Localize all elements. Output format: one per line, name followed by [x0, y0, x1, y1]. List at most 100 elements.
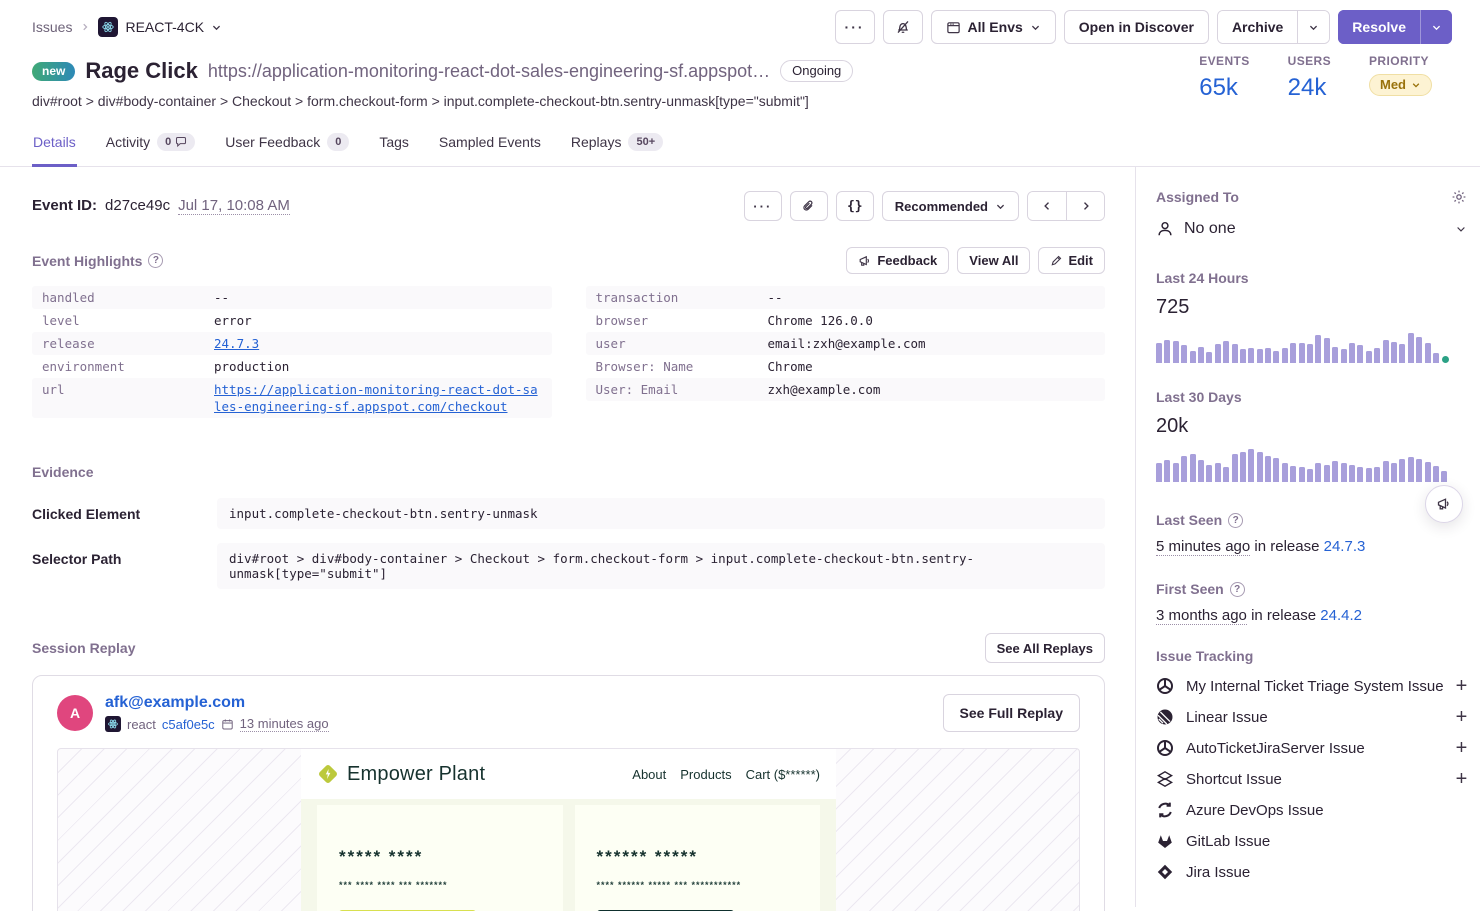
issue-tracking-link[interactable]: Jira Issue [1186, 864, 1467, 881]
replay-viewport[interactable]: Empower Plant AboutProductsCart ($******… [57, 748, 1080, 911]
spark-bar [1257, 452, 1263, 482]
spark-bar [1273, 351, 1279, 363]
replay-app-brand: Empower Plant [317, 763, 485, 786]
first-seen-release-link[interactable]: 24.4.2 [1320, 607, 1362, 624]
spark-bar [1357, 467, 1363, 482]
tab-user-feedback[interactable]: User Feedback0 [224, 127, 350, 167]
tab-sampled-events[interactable]: Sampled Events [438, 127, 542, 167]
spark-bar [1198, 460, 1204, 482]
replay-card: A afk@example.com react c5af0e5c [32, 675, 1105, 911]
archive-dropdown-button[interactable] [1297, 11, 1329, 43]
feedback-button[interactable]: Feedback [846, 247, 949, 274]
resolve-dropdown-button[interactable] [1420, 10, 1452, 44]
event-highlights-title: Event Highlights ? [32, 253, 163, 269]
add-issue-button[interactable]: + [1456, 678, 1468, 694]
view-all-button[interactable]: View All [957, 247, 1030, 274]
issue-tracking-item: Linear Issue + [1156, 708, 1467, 726]
issue-tracking-item: Shortcut Issue + [1156, 770, 1467, 788]
replay-id-link[interactable]: c5af0e5c [162, 717, 215, 732]
spark-bar [1181, 345, 1187, 363]
sidebar: Assigned To No one Last 24 Hours 725 Las… [1135, 167, 1480, 907]
users-stat-value[interactable]: 24k [1288, 74, 1327, 102]
next-event-button[interactable] [1066, 192, 1104, 220]
first-seen-infix: in release [1251, 607, 1316, 624]
issue-tracking-link[interactable]: My Internal Ticket Triage System Issue [1186, 678, 1444, 695]
spark-bar [1190, 454, 1196, 482]
tab-tags[interactable]: Tags [378, 127, 410, 167]
event-json-button[interactable]: {} [836, 191, 874, 221]
issue-tracking-item: My Internal Ticket Triage System Issue + [1156, 677, 1467, 695]
first-seen-title: First Seen ? [1156, 581, 1467, 597]
spark-bar [1240, 452, 1246, 482]
environment-filter-button[interactable]: All Envs [931, 10, 1056, 44]
last-seen-release-link[interactable]: 24.7.3 [1324, 538, 1366, 555]
issue-tracking-list: My Internal Ticket Triage System Issue+L… [1156, 677, 1467, 881]
assignee-value: No one [1184, 220, 1236, 238]
issue-tracking-link[interactable]: Linear Issue [1186, 709, 1444, 726]
resolve-split-button: Resolve [1338, 10, 1452, 44]
paperclip-icon [801, 199, 816, 214]
edit-button[interactable]: Edit [1038, 247, 1105, 274]
issue-tracking-item: Azure DevOps Issue [1156, 801, 1467, 819]
issue-tracking-link[interactable]: GitLab Issue [1186, 833, 1467, 850]
breadcrumb-issues-link[interactable]: Issues [32, 19, 72, 35]
last-24-hours-chart [1156, 329, 1467, 363]
tabs: Details Activity0 User Feedback0 Tags Sample… [0, 127, 1480, 167]
event-actions: ··· {} Recommended [744, 191, 1105, 221]
issue-tracking-link[interactable]: Azure DevOps Issue [1186, 802, 1467, 819]
add-issue-button[interactable]: + [1456, 740, 1468, 756]
highlights-table-right: transaction--browserChrome 126.0.0userem… [586, 286, 1106, 401]
spark-bar [1173, 463, 1179, 482]
chevron-down-icon [1030, 22, 1041, 33]
highlight-value: -- [214, 289, 229, 306]
content: Event ID: d27ce49c Jul 17, 10:08 AM ··· … [0, 167, 1480, 907]
highlight-value[interactable]: https://application-monitoring-react-dot… [214, 381, 542, 415]
add-issue-button[interactable]: + [1456, 709, 1468, 725]
add-issue-button[interactable]: + [1456, 771, 1468, 787]
previous-event-button[interactable] [1028, 192, 1066, 220]
spark-bar [1416, 337, 1422, 363]
more-actions-button[interactable]: ··· [835, 10, 875, 44]
jira-server-icon [1156, 739, 1174, 757]
event-more-button[interactable]: ··· [744, 191, 782, 221]
event-highlights-buttons: Feedback View All Edit [846, 247, 1105, 274]
priority-stat: PRIORITY Med [1369, 54, 1432, 102]
mute-notifications-button[interactable] [883, 10, 923, 44]
replay-user-email-link[interactable]: afk@example.com [105, 694, 245, 711]
issue-tracking-link[interactable]: AutoTicketJiraServer Issue [1186, 740, 1444, 757]
event-attachments-button[interactable] [790, 191, 828, 221]
first-seen-title-text: First Seen [1156, 581, 1224, 597]
replay-app-header: Empower Plant AboutProductsCart ($******… [301, 749, 836, 799]
tab-activity[interactable]: Activity0 [105, 127, 196, 167]
archive-button[interactable]: Archive [1218, 11, 1297, 43]
users-stat-label: USERS [1288, 54, 1331, 68]
tab-details[interactable]: Details [32, 127, 77, 167]
project-name: REACT-4CK [125, 19, 204, 35]
last-30-days-title: Last 30 Days [1156, 389, 1467, 405]
spark-bar [1265, 348, 1271, 363]
priority-dropdown[interactable]: Med [1369, 74, 1432, 96]
events-stat-value[interactable]: 65k [1199, 74, 1238, 102]
see-full-replay-button[interactable]: See Full Replay [943, 694, 1080, 732]
tab-replays[interactable]: Replays50+ [570, 127, 664, 167]
megaphone-icon [1436, 496, 1452, 512]
project-selector[interactable]: REACT-4CK [98, 17, 222, 37]
issue-details-page: Issues REACT-4CK ··· [0, 0, 1480, 911]
issue-tracking-link[interactable]: Shortcut Issue [1186, 771, 1444, 788]
replay-app-brand-name: Empower Plant [347, 763, 485, 786]
evidence-value: div#root > div#body-container > Checkout… [217, 543, 1105, 589]
tab-badge: 0 [327, 133, 349, 151]
spark-bar [1232, 344, 1238, 363]
evidence-rows: Clicked Elementinput.complete-checkout-b… [32, 498, 1105, 589]
open-in-discover-button[interactable]: Open in Discover [1064, 10, 1209, 44]
gear-icon[interactable] [1451, 189, 1467, 205]
see-all-replays-button[interactable]: See All Replays [985, 633, 1105, 663]
assignee-dropdown[interactable]: No one [1156, 220, 1467, 238]
event-id-label: Event ID: [32, 197, 97, 214]
archive-split-button: Archive [1217, 10, 1330, 44]
resolve-button[interactable]: Resolve [1338, 10, 1420, 44]
floating-feedback-button[interactable] [1425, 485, 1463, 523]
spark-bar [1164, 340, 1170, 363]
event-sort-dropdown[interactable]: Recommended [882, 191, 1019, 221]
highlight-value[interactable]: 24.7.3 [214, 335, 259, 352]
